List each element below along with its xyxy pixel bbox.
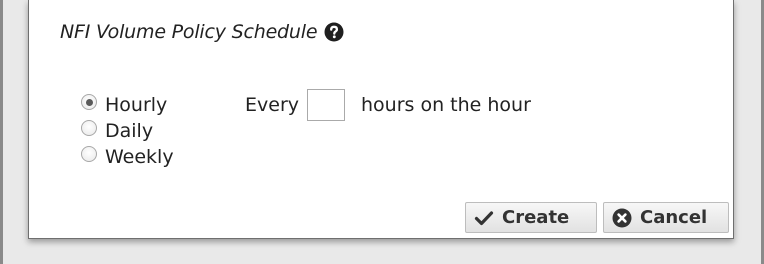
question-circle-icon[interactable] [324, 22, 344, 42]
radio-label-hourly[interactable]: Hourly [105, 94, 167, 116]
hours-suffix-label: hours on the hour [361, 94, 531, 116]
radio-selected-dot [85, 98, 93, 106]
radio-daily[interactable] [81, 120, 97, 136]
create-button[interactable]: Create [465, 202, 597, 233]
radio-option-daily[interactable]: Daily [81, 118, 174, 144]
left-frame-edge [0, 0, 3, 264]
x-circle-icon [612, 208, 632, 228]
radio-option-hourly[interactable]: Hourly [81, 92, 174, 118]
schedule-dialog: NFI Volume Policy Schedule Hourly Daily … [28, 0, 734, 239]
create-button-label: Create [502, 207, 570, 228]
radio-label-weekly[interactable]: Weekly [105, 146, 174, 168]
checkmark-icon [474, 208, 494, 228]
dialog-title: NFI Volume Policy Schedule [60, 21, 318, 43]
every-label: Every [245, 94, 299, 116]
radio-hourly[interactable] [81, 94, 97, 110]
dialog-header: NFI Volume Policy Schedule [60, 18, 344, 46]
hourly-interval-row: Every hours on the hour [245, 88, 531, 122]
frequency-radio-group: Hourly Daily Weekly [81, 92, 174, 170]
radio-option-weekly[interactable]: Weekly [81, 144, 174, 170]
cancel-button-label: Cancel [640, 207, 708, 228]
radio-label-daily[interactable]: Daily [105, 120, 153, 142]
radio-weekly[interactable] [81, 146, 97, 162]
hours-input[interactable] [307, 89, 345, 121]
cancel-button[interactable]: Cancel [603, 202, 729, 233]
